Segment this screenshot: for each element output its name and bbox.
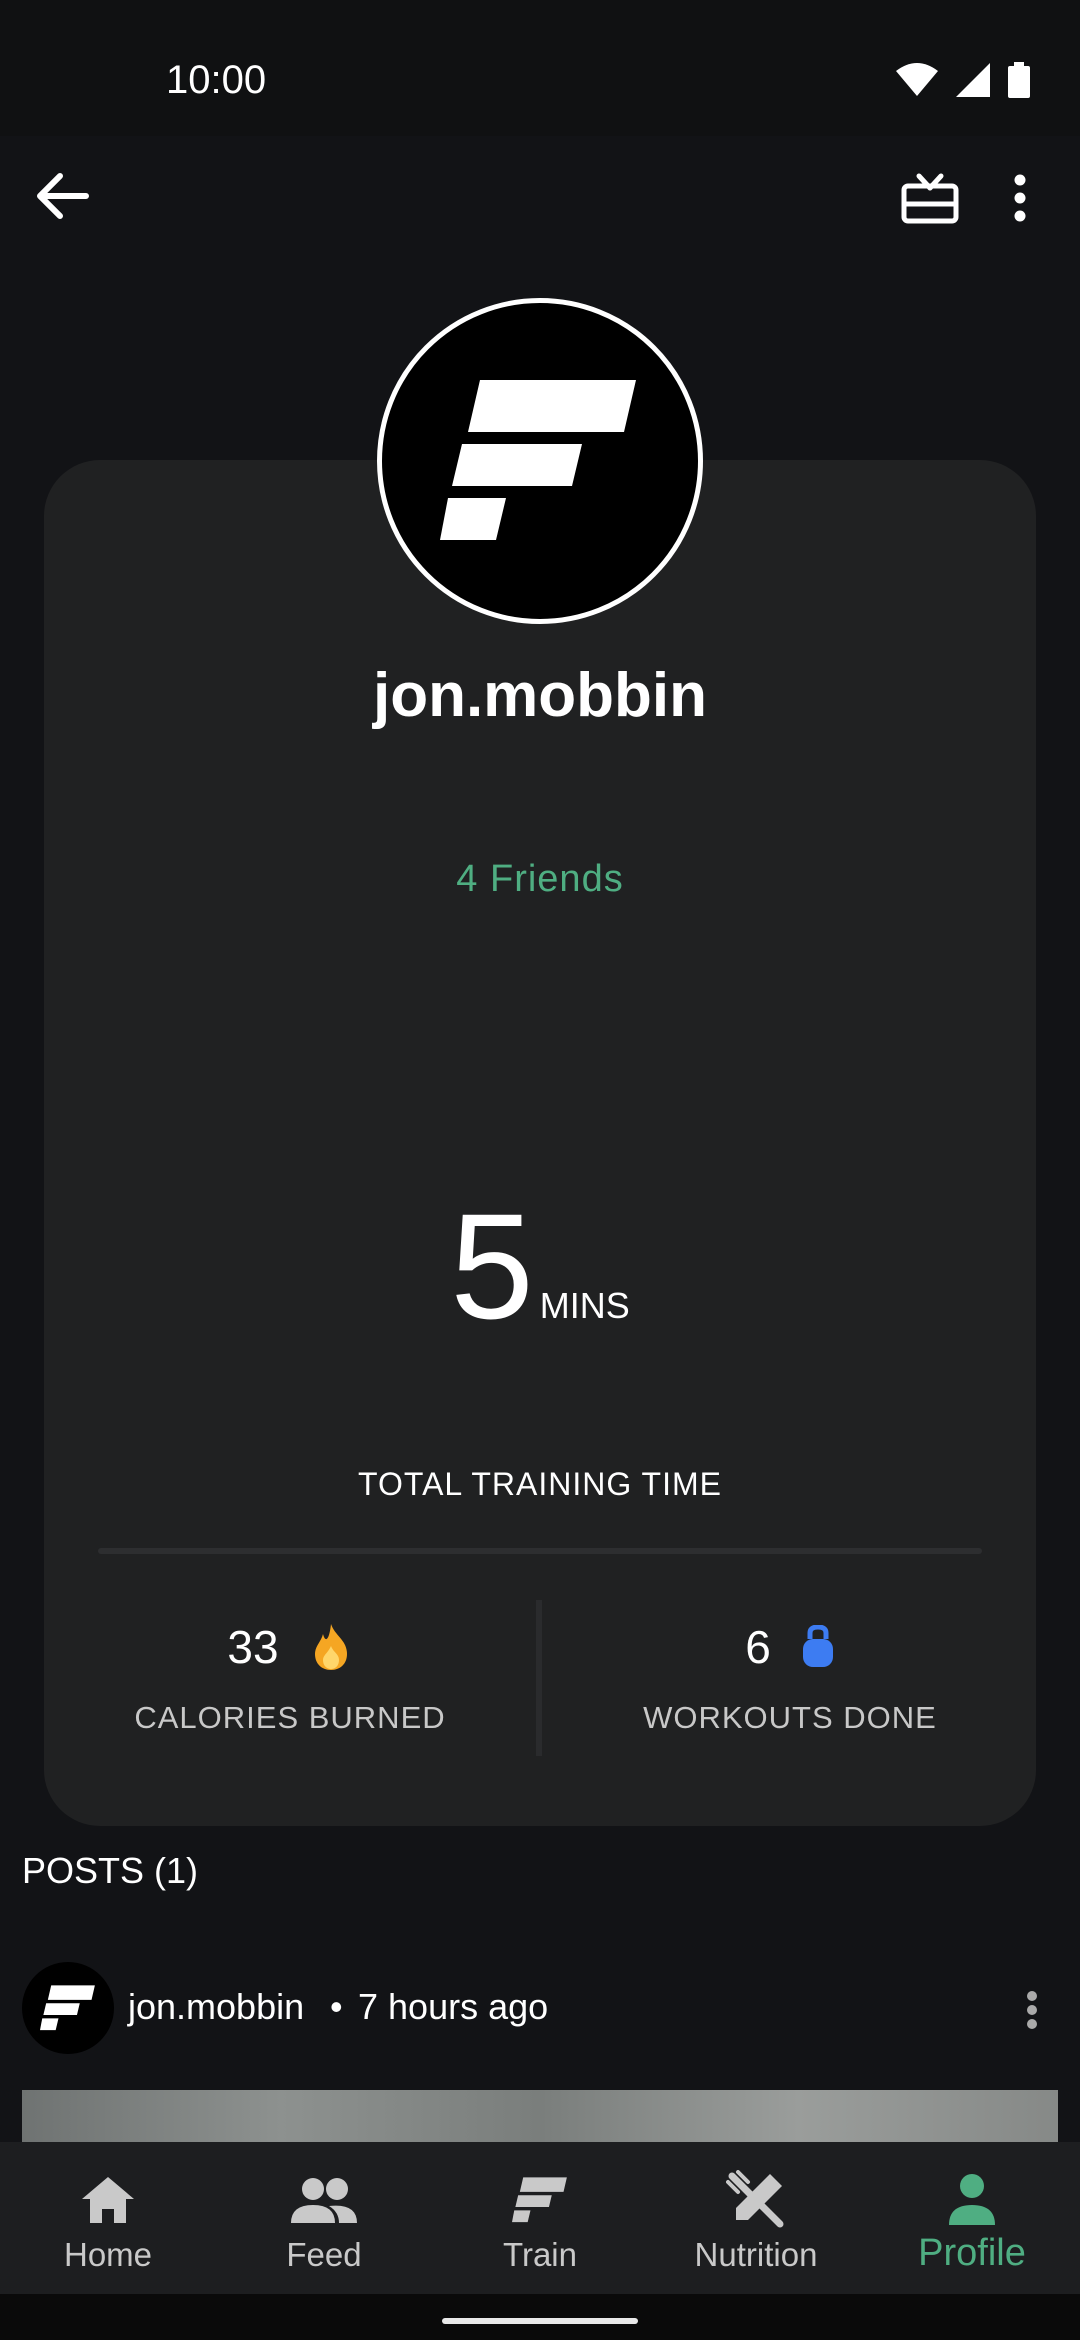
- nav-home-label: Home: [63, 2236, 153, 2273]
- app-logo-icon: [40, 1985, 95, 2031]
- signal-icon: [956, 63, 990, 102]
- post-username[interactable]: jon.mobbin: [128, 1986, 304, 2028]
- divider: [98, 1548, 982, 1554]
- friends-link[interactable]: 4 Friends: [0, 858, 1080, 901]
- train-logo-icon: [512, 2177, 567, 2223]
- status-time: 10:00: [166, 58, 267, 102]
- more-options-button[interactable]: [1000, 162, 1040, 234]
- nav-train-label: Train: [503, 2236, 577, 2273]
- nav-nutrition-label: Nutrition: [694, 2236, 818, 2273]
- nav-nutrition[interactable]: Nutrition: [648, 2142, 864, 2294]
- nav-profile-label: Profile: [918, 2232, 1026, 2274]
- workouts-stat: 6 WORKOUTS DONE: [550, 1620, 1030, 1736]
- people-icon: [291, 2178, 357, 2223]
- person-icon: [949, 2174, 995, 2225]
- calories-stat: 33 CALORIES BURNED: [50, 1620, 530, 1736]
- nav-train[interactable]: Train: [432, 2142, 648, 2294]
- arrow-back-icon: [37, 173, 89, 219]
- home-indicator[interactable]: [442, 2318, 638, 2324]
- post-more-button[interactable]: [1012, 1982, 1052, 2038]
- posts-title: POSTS (1): [22, 1850, 199, 1891]
- app-bar: [0, 136, 1080, 266]
- training-time-value: 5: [450, 1182, 534, 1350]
- post-timestamp: 7 hours ago: [358, 1986, 549, 2027]
- nav-profile[interactable]: Profile: [864, 2142, 1080, 2294]
- workouts-value: 6: [745, 1621, 771, 1673]
- gesture-area: [0, 2294, 1080, 2340]
- back-button[interactable]: [24, 158, 100, 234]
- post-header: jon.mobbin • 7 hours ago: [22, 1962, 1062, 2054]
- wifi-icon: [896, 63, 938, 102]
- kettlebell-icon: [802, 1625, 833, 1667]
- divider-vertical: [536, 1600, 542, 1756]
- training-time-label: TOTAL TRAINING TIME: [358, 1466, 722, 1502]
- nav-home[interactable]: Home: [0, 2142, 216, 2294]
- home-icon: [82, 2177, 134, 2223]
- flame-icon: [314, 1624, 347, 1670]
- battery-icon: [1008, 62, 1030, 103]
- gift-card-icon: [901, 173, 959, 224]
- nav-feed-label: Feed: [286, 2236, 362, 2273]
- training-time-unit: MINS: [539, 1285, 630, 1326]
- post-image[interactable]: [22, 2090, 1058, 2142]
- status-icons: [896, 62, 1030, 103]
- post-separator: •: [330, 1986, 343, 2027]
- more-vert-icon: [1014, 174, 1026, 222]
- more-vert-icon: [1027, 1991, 1037, 2029]
- calories-value: 33: [227, 1621, 279, 1673]
- nav-feed[interactable]: Feed: [216, 2142, 432, 2294]
- post-avatar[interactable]: [22, 1962, 114, 2054]
- training-time: 5 MINS: [0, 1180, 1080, 1353]
- profile-username: jon.mobbin: [372, 661, 708, 730]
- profile-avatar[interactable]: [377, 298, 703, 624]
- gift-button[interactable]: [894, 162, 966, 234]
- app-logo-icon: [440, 380, 636, 540]
- calories-label: CALORIES BURNED: [134, 1700, 446, 1735]
- workouts-label: WORKOUTS DONE: [643, 1700, 937, 1735]
- status-bar: 10:00: [0, 0, 1080, 136]
- bottom-nav: Home Feed Train Nutrition Profile: [0, 2142, 1080, 2294]
- fork-knife-icon: [726, 2170, 784, 2228]
